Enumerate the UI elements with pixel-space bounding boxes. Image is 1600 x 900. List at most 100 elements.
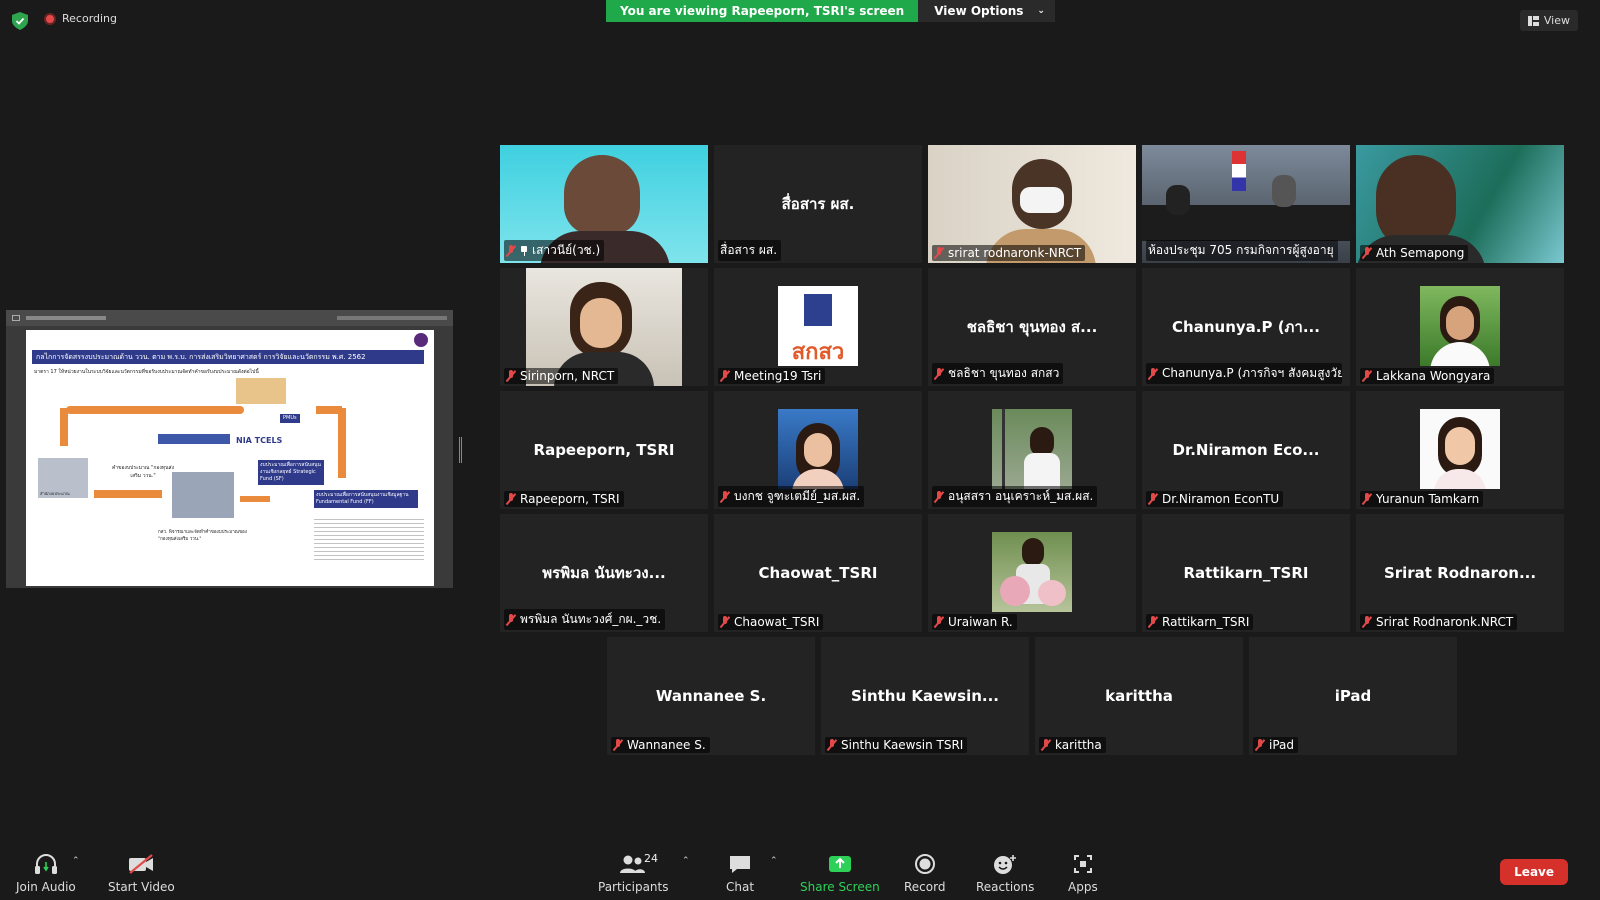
participant-tile[interactable]: Rapeeporn, TSRI Rapeeporn, TSRI (500, 391, 708, 509)
participant-name: Lakkana Wongyara (1376, 369, 1491, 383)
building-illustration (236, 378, 286, 404)
participant-name-label: Meeting19 Tsri (718, 368, 826, 384)
pin-icon (520, 245, 528, 256)
participant-display-name: ชลธิชา ขุนทอง ส... (966, 318, 1098, 336)
participant-name: Dr.Niramon EconTU (1162, 492, 1280, 506)
join-audio-button[interactable]: Join Audio (16, 853, 76, 894)
person-head (564, 155, 640, 235)
participant-name: srirat rodnaronk-NRCT (948, 246, 1082, 260)
window-tools-icon (337, 316, 447, 320)
arrow-to-budget-office (94, 490, 162, 498)
participant-tile[interactable]: สื่อสาร ผส. สื่อสาร ผส. (714, 145, 922, 263)
mic-muted-icon (934, 367, 944, 380)
participant-name-label: Sinthu Kaewsin TSRI (825, 737, 968, 753)
tsri-note-text: กสว. พิจารณาและจัดทำคำของบประมาณของ "กอง… (158, 530, 247, 542)
join-audio-label: Join Audio (16, 880, 76, 894)
participant-name-label: Sirinporn, NRCT (504, 368, 619, 384)
participant-tile[interactable]: srirat rodnaronk-NRCT (928, 145, 1136, 263)
participant-tile[interactable]: สกสว Meeting19 Tsri (714, 268, 922, 386)
participant-tile[interactable]: Wannanee S. Wannanee S. (607, 637, 815, 755)
participant-tile[interactable]: Ath Semapong (1356, 145, 1564, 263)
participant-tile[interactable]: Srirat Rodnaron... Srirat Rodnaronk.NRCT (1356, 514, 1564, 632)
participant-tile[interactable]: iPad iPad (1249, 637, 1457, 755)
arrow-top-left (66, 406, 244, 414)
start-video-label: Start Video (108, 880, 175, 894)
participant-tile[interactable]: Uraiwan R. (928, 514, 1136, 632)
tsri-building (172, 472, 234, 518)
participant-name: Sirinporn, NRCT (520, 369, 615, 383)
leave-button[interactable]: Leave (1500, 859, 1568, 885)
participant-tile[interactable]: Lakkana Wongyara (1356, 268, 1564, 386)
participant-name: อนุสสรา อนุเคราะห์_มส.ผส. (948, 489, 1094, 503)
apps-button[interactable]: Apps (1068, 853, 1098, 894)
mic-muted-icon (1255, 739, 1265, 751)
participant-name: Sinthu Kaewsin TSRI (841, 738, 964, 752)
audio-options-caret-icon[interactable]: ⌃ (72, 856, 80, 866)
participant-tile[interactable]: Rattikarn_TSRI Rattikarn_TSRI (1142, 514, 1350, 632)
participant-name: karittha (1055, 738, 1102, 752)
meeting-toolbar: Join Audio ⌃ Start Video Participants 24… (0, 842, 1600, 900)
participant-display-name: karittha (1105, 687, 1173, 705)
participant-name: ห้องประชุม 705 กรมกิจการผู้สูงอายุ (1148, 243, 1334, 257)
shared-screen-view[interactable]: กลไกการจัดสรรงบประมาณด้าน ววน. ตาม พ.ร.บ… (6, 310, 453, 588)
mic-muted-icon (934, 247, 944, 259)
participant-name: ชลธิชา ขุนทอง สกสว (948, 366, 1060, 380)
participant-tile[interactable]: karittha karittha (1035, 637, 1243, 755)
flower-bouquet (1000, 576, 1030, 606)
window-title-bar (26, 316, 106, 320)
view-options-button[interactable]: View Options ⌄ (918, 0, 1055, 22)
mic-muted-icon (720, 370, 730, 382)
participants-count: 24 (644, 852, 658, 865)
start-video-button[interactable]: Start Video (108, 853, 175, 894)
participant-name: พรพิมล นันทะวงศ์_กผ._วช. (520, 612, 662, 626)
view-options-label: View Options (934, 4, 1024, 18)
recording-indicator[interactable]: Recording (44, 12, 117, 25)
participant-tile[interactable]: เสาวนีย์(วช.) (500, 145, 708, 263)
chat-button[interactable]: Chat (726, 853, 754, 894)
mic-muted-icon (506, 370, 516, 382)
participant-name-label: Srirat Rodnaronk.NRCT (1360, 614, 1518, 630)
participant-name-label: srirat rodnaronk-NRCT (932, 245, 1086, 261)
participants-options-caret-icon[interactable]: ⌃ (682, 856, 690, 866)
participant-tile[interactable]: Yuranun Tamkarn (1356, 391, 1564, 509)
participants-label: Participants (598, 880, 669, 894)
share-screen-button[interactable]: Share Screen (800, 853, 880, 894)
mic-muted-icon (613, 739, 623, 751)
participant-tile[interactable]: บงกช จูฑะเตมีย์_มส.ผส. (714, 391, 922, 509)
chat-label: Chat (726, 880, 755, 894)
mic-muted-icon (1362, 616, 1372, 628)
participant-name-label: iPad (1253, 737, 1299, 753)
participant-name-label: Lakkana Wongyara (1360, 368, 1495, 384)
reactions-button[interactable]: Reactions (976, 853, 1034, 894)
record-icon (914, 854, 935, 874)
mic-muted-icon (1041, 739, 1051, 751)
participant-name: สื่อสาร ผส. (720, 243, 778, 257)
participant-tile[interactable]: ห้องประชุม 705 กรมกิจการผู้สูงอายุ (1142, 145, 1350, 263)
person-body (1430, 342, 1490, 366)
participant-display-name: Rapeeporn, TSRI (533, 441, 675, 459)
participant-tile[interactable]: ชลธิชา ขุนทอง ส... ชลธิชา ขุนทอง สกสว (928, 268, 1136, 386)
chat-options-caret-icon[interactable]: ⌃ (770, 856, 778, 866)
participant-tile[interactable]: Dr.Niramon Eco... Dr.Niramon EconTU (1142, 391, 1350, 509)
view-button[interactable]: View (1519, 10, 1578, 31)
mic-muted-icon (1148, 493, 1158, 505)
mic-muted-icon (827, 739, 837, 751)
participant-tile[interactable]: Chanunya.P (ภา... Chanunya.P (ภารกิจฯ สัง… (1142, 268, 1350, 386)
person-face (804, 433, 832, 467)
split-view-divider[interactable] (459, 437, 462, 463)
participant-tile[interactable]: อนุสสรา อนุเคราะห์_มส.ผส. (928, 391, 1136, 509)
mic-muted-icon (934, 616, 944, 628)
face-mask (1020, 187, 1064, 213)
mic-muted-icon (720, 616, 730, 628)
recording-dot-icon (44, 12, 56, 25)
chat-icon (730, 856, 751, 873)
participant-tile[interactable]: พรพิมล นันทะวง... พรพิมล นันทะวงศ์_กผ._วช… (500, 514, 708, 632)
profile-photo (778, 409, 858, 489)
participant-tile[interactable]: Chaowat_TSRI Chaowat_TSRI (714, 514, 922, 632)
slide-subtitle: มาตรา 17 ให้หน่วยงานในระบบวิจัยและนวัตกร… (34, 369, 259, 375)
security-shield-icon[interactable] (12, 12, 28, 30)
participant-tile[interactable]: Sinthu Kaewsin... Sinthu Kaewsin TSRI (821, 637, 1029, 755)
record-button[interactable]: Record (904, 853, 945, 894)
participant-name-label: พรพิมล นันทะวงศ์_กผ._วช. (504, 609, 666, 630)
participant-tile[interactable]: Sirinporn, NRCT (500, 268, 708, 386)
